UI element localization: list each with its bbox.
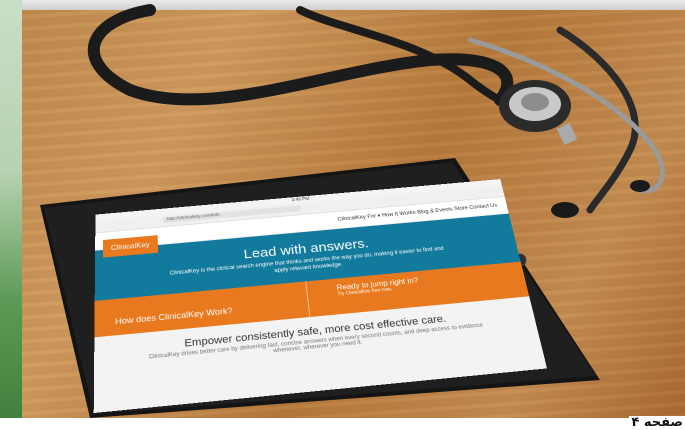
top-gray-band xyxy=(22,0,685,10)
bottom-white-band xyxy=(0,418,685,430)
left-green-stripe xyxy=(0,0,22,430)
page-caption: صفحه ۴ xyxy=(629,415,685,430)
